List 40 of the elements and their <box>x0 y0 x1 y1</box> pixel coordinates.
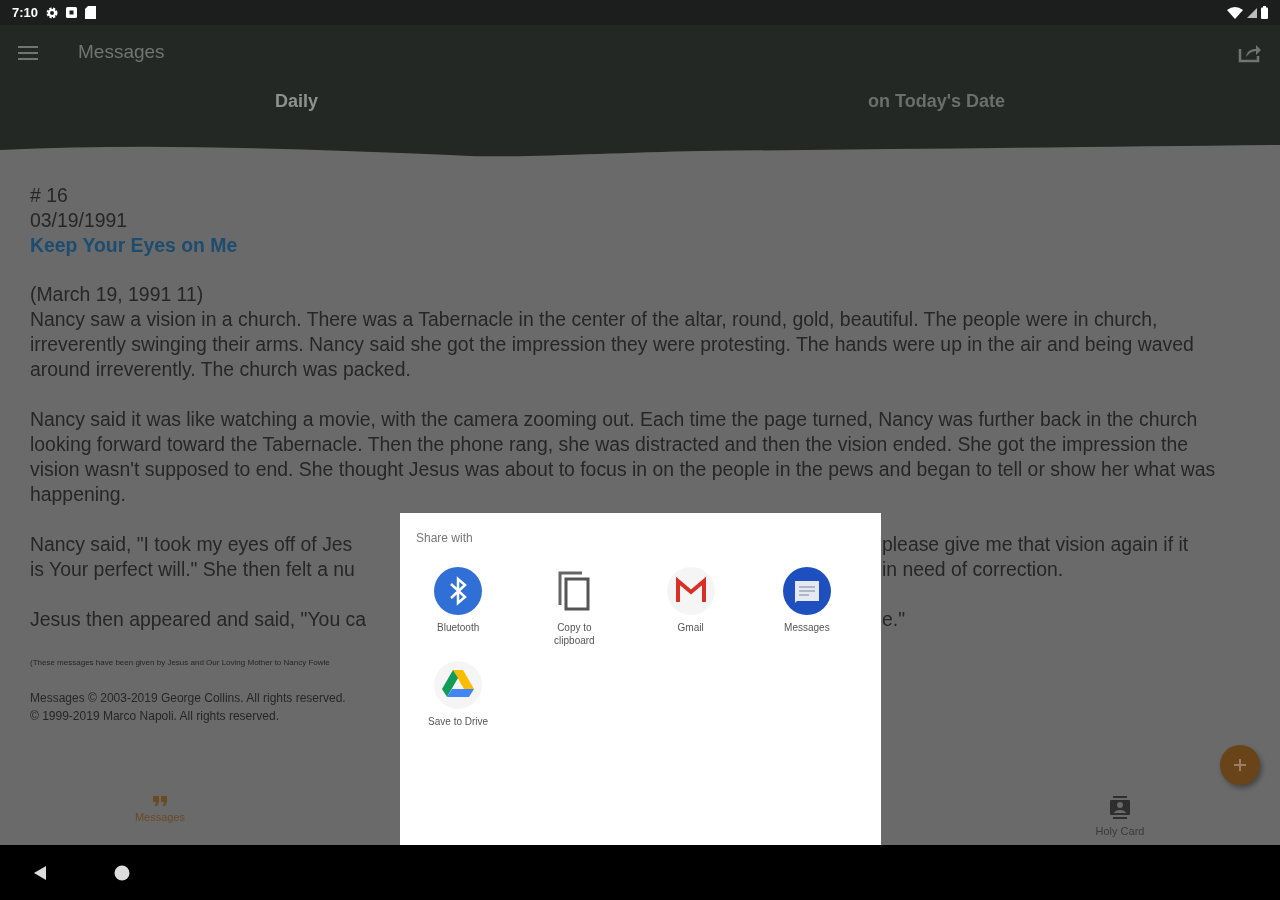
id-card-icon <box>1110 796 1130 820</box>
dialog-title: Share with <box>415 530 474 547</box>
message-number: # 16 <box>30 183 69 208</box>
quote-icon <box>153 796 167 806</box>
wifi-icon <box>1227 6 1243 19</box>
signal-icon <box>1247 7 1257 18</box>
copyright-text: © 1999-2019 Marco Napoli. All rights reserved. <box>30 709 279 723</box>
plus-icon <box>1232 757 1248 773</box>
menu-icon[interactable] <box>18 45 38 60</box>
paragraph-fragment: Nancy said, "I took my eyes off of Jes <box>30 533 353 555</box>
paragraph: Nancy saw a vision in a church. There was a Tabernacle in the center of the altar, round, gold, beautiful. The people were in church, irreverently swinging their arms. Nancy said she got the impression they were protesting. The hands were up in the air and being waved around irreverently. The church was packed. <box>30 307 1195 382</box>
paragraph-fragment: e." <box>882 608 906 630</box>
back-icon[interactable] <box>32 864 48 881</box>
add-button[interactable] <box>1220 745 1260 785</box>
battery-icon <box>1261 6 1268 19</box>
status-time: 7:10 <box>12 3 39 22</box>
share-target[interactable]: Messages <box>748 567 865 647</box>
share-target[interactable]: Gmail <box>632 567 749 647</box>
share-target[interactable]: Bluetooth <box>400 567 517 647</box>
home-icon[interactable] <box>114 864 130 881</box>
share-target[interactable]: Save to Drive <box>400 661 517 728</box>
sd-card-icon <box>85 6 97 19</box>
notification-icon <box>66 7 78 18</box>
paragraph-fragment: please give me that vision again if it <box>882 533 1189 555</box>
app-title: Messages <box>77 40 165 65</box>
paragraph: (March 19, 1991 11) <box>30 282 205 307</box>
paragraph: Nancy said it was like watching a movie, with the camera zooming out. Each time the page turned, Nancy was further back in the church looking forward toward the Tabernacle. Then the phone rang, she was distracted and then the vision ended. She got the impression the vision wasn't supposed to end. She thought Jesus was about to focus in on the people in the pews and began to tell or show her what was happening. <box>30 407 1217 507</box>
bluetooth-icon <box>434 567 483 615</box>
mail-icon <box>666 567 715 615</box>
paragraph-fragment: is Your perfect will." She then felt a nu <box>30 558 355 580</box>
share-target[interactable]: Copy to clipboard <box>516 567 633 647</box>
drive-icon <box>434 661 483 709</box>
message-date: 03/19/1991 <box>30 208 129 233</box>
copyright-text: Messages © 2003-2019 George Collins. All rights reserved. <box>30 691 346 705</box>
paragraph-fragment: Jesus then appeared and said, "You ca <box>30 608 367 630</box>
tab[interactable]: Daily <box>269 88 325 115</box>
share-icon[interactable] <box>1238 42 1262 63</box>
chat-icon <box>782 567 831 615</box>
settings-icon <box>46 6 59 19</box>
paragraph-fragment: in need of correction. <box>882 558 1064 580</box>
